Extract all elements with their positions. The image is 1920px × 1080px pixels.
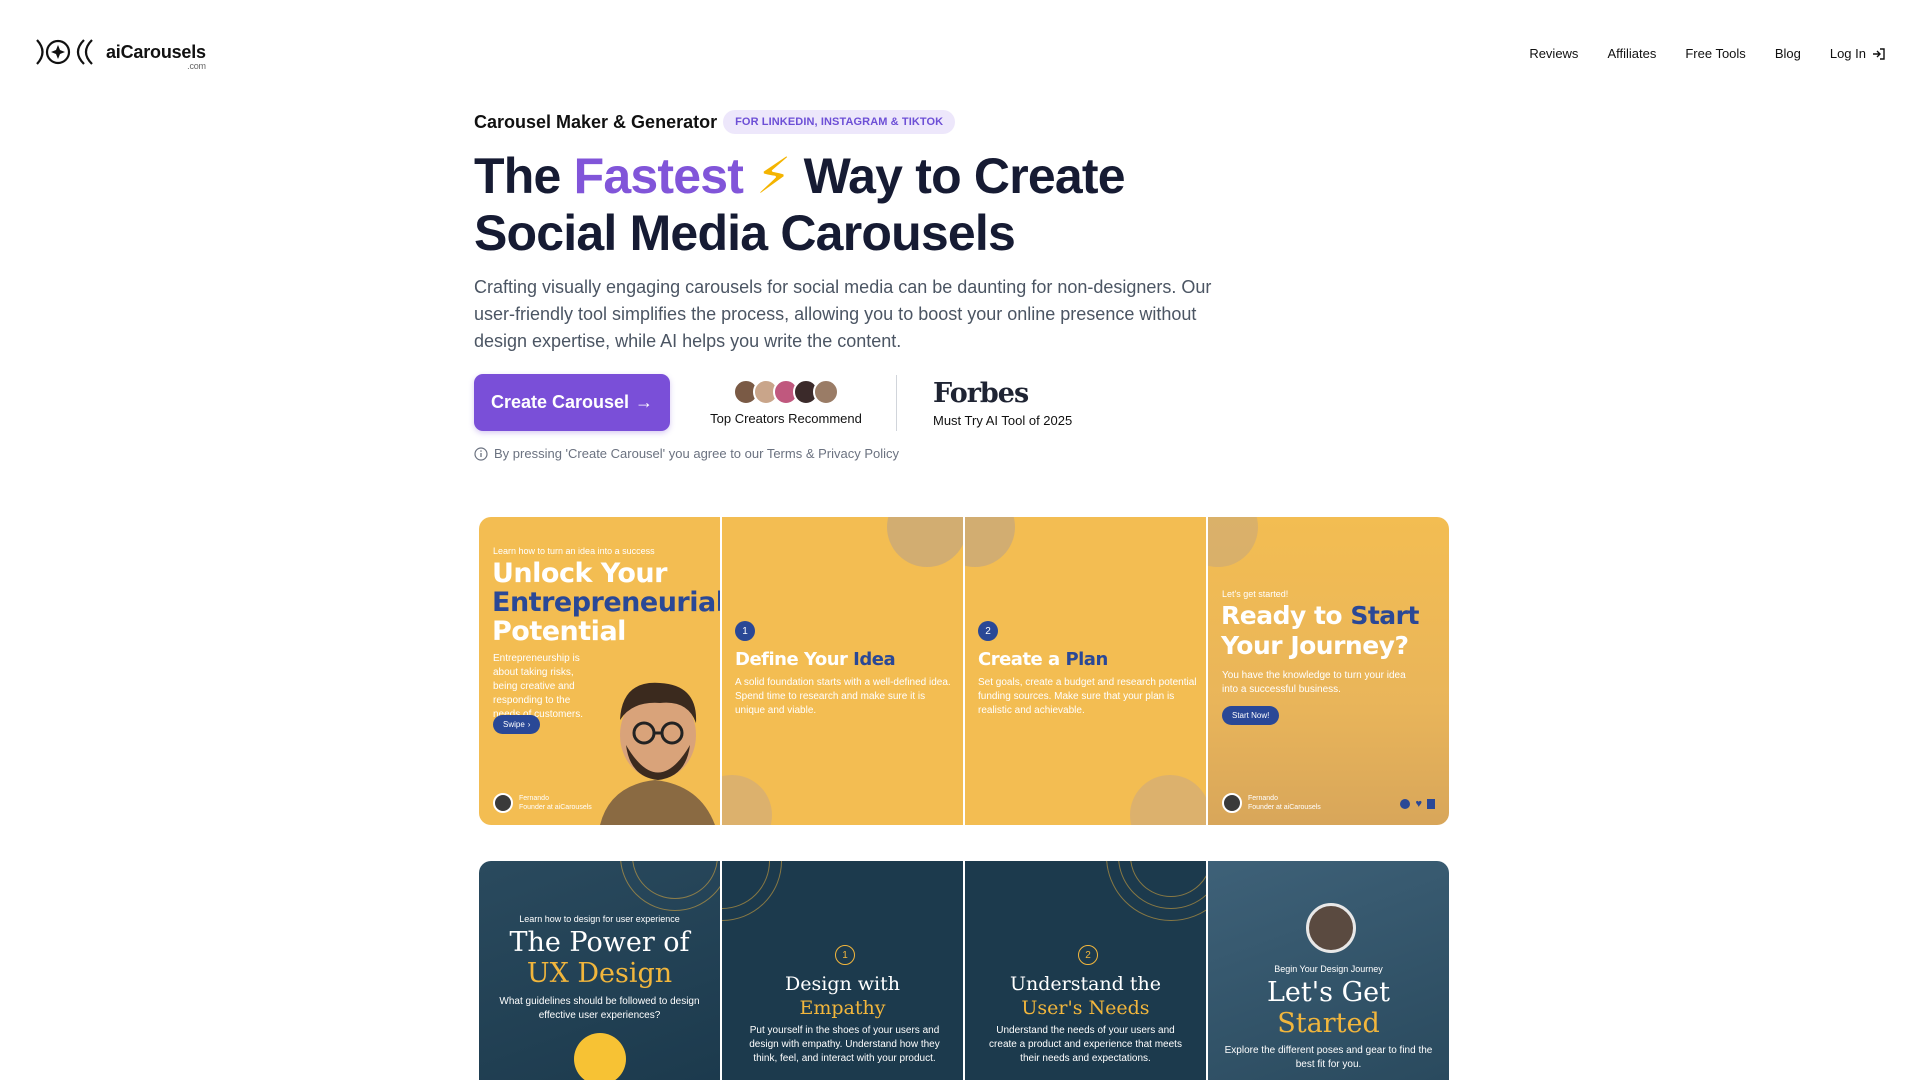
carousel-slide: 1 Define Your Idea A solid foundation st…	[722, 517, 963, 825]
carousel-entrepreneur[interactable]: Learn how to turn an idea into a success…	[479, 517, 1449, 825]
terms-note: By pressing 'Create Carousel' you agree …	[474, 446, 899, 461]
chevron-right-icon: ›	[527, 720, 531, 729]
nav-login[interactable]: Log In	[1830, 46, 1886, 61]
carousel-slide: 2 Understand the User's Needs Understand…	[965, 861, 1206, 1080]
carousel-slide: Begin Your Design Journey Let's Get Star…	[1208, 861, 1449, 1080]
step-number: 1	[735, 621, 755, 641]
creators-endorsement: Top Creators Recommend	[706, 379, 866, 426]
bookmark-icon	[1427, 799, 1435, 809]
info-icon	[474, 446, 488, 461]
login-icon	[1873, 47, 1885, 60]
slide-title: The Power of UX Design	[509, 927, 690, 989]
carousel-slide: Learn how to design for user experience …	[479, 861, 720, 1080]
nav-affiliates[interactable]: Affiliates	[1607, 46, 1656, 61]
carousel-slide: 1 Design with Empathy Put yourself in th…	[722, 861, 963, 1080]
slide-body: You have the knowledge to turn your idea…	[1222, 670, 1406, 695]
hero-section: Carousel Maker & Generator FOR LINKEDIN,…	[474, 110, 1294, 355]
eyebrow-text: Carousel Maker & Generator	[474, 111, 718, 132]
avatar	[1222, 793, 1242, 813]
logo-mark-icon	[36, 39, 93, 65]
slide-kicker: Learn how to turn an idea into a success	[493, 546, 655, 556]
forbes-endorsement: Forbes Must Try AI Tool of 2025	[933, 378, 1072, 428]
slide-title: Ready to Start Your Journey?	[1221, 601, 1419, 660]
slide-title: Define Your Idea	[735, 649, 896, 670]
step-number: 1	[835, 945, 855, 965]
hero-headline: The Fastest ⚡ Way to Create Social Media…	[474, 148, 1126, 261]
carousel-slide: 2 Create a Plan Set goals, create a budg…	[965, 517, 1206, 825]
social-icons: ♥	[1400, 798, 1435, 810]
slide-title: Let's Get Started	[1266, 977, 1391, 1039]
avatar	[813, 379, 839, 405]
slide-kicker: Let's get started!	[1222, 589, 1289, 599]
brand-name: aiCarousels .com	[106, 41, 206, 71]
login-label: Log In	[1829, 46, 1866, 61]
create-carousel-button[interactable]: Create Carousel →	[474, 374, 670, 431]
arrow-right-icon: →	[635, 392, 654, 412]
cta-row: Create Carousel → Top Creators Recommend …	[474, 374, 1072, 431]
slide-kicker: Begin Your Design Journey	[1274, 964, 1383, 974]
brand-suffix: .com	[187, 60, 206, 71]
carousel-slide: Let's get started! Ready to Start Your J…	[1208, 517, 1449, 825]
hero-eyebrow: Carousel Maker & Generator FOR LINKEDIN,…	[474, 110, 1294, 134]
slide-body: Explore the different poses and gear to …	[1224, 1045, 1433, 1070]
avatar	[493, 793, 513, 813]
slide-body: Entrepreneurship is about taking risks, …	[493, 653, 584, 720]
thinking-face-icon	[574, 1033, 626, 1080]
slide-body: Set goals, create a budget and research …	[978, 677, 1197, 716]
heart-icon: ♥	[1415, 798, 1422, 810]
character-illustration	[600, 682, 715, 825]
forbes-text: Must Try AI Tool of 2025	[933, 412, 1073, 428]
divider	[896, 374, 897, 431]
top-nav: Reviews Affiliates Free Tools Blog Log I…	[1529, 46, 1886, 61]
carousel-slide: Learn how to turn an idea into a success…	[479, 517, 720, 825]
slide-body: A solid foundation starts with a well-de…	[735, 677, 951, 716]
lightning-icon: ⚡	[756, 148, 791, 204]
slide-body: Understand the needs of your users and c…	[989, 1025, 1182, 1064]
forbes-logo: Forbes	[933, 377, 1029, 409]
brand-logo[interactable]: aiCarousels .com	[34, 36, 206, 71]
hero-description: Crafting visually engaging carousels for…	[474, 277, 1212, 351]
swipe-pill: Swipe ›	[493, 715, 541, 734]
nav-free-tools[interactable]: Free Tools	[1685, 46, 1745, 61]
slide-body: Put yourself in the shoes of your users …	[749, 1025, 940, 1064]
slide-title: Unlock Your Entrepreneurial Potential	[492, 558, 720, 647]
slide-title: Understand the User's Needs	[1009, 973, 1161, 1019]
carousel-ux-design[interactable]: Learn how to design for user experience …	[479, 861, 1449, 1080]
terms-text: By pressing 'Create Carousel' you agree …	[494, 446, 900, 461]
slide-title: Create a Plan	[978, 649, 1108, 670]
platform-badge: FOR LINKEDIN, INSTAGRAM & TIKTOK	[723, 110, 956, 134]
slide-author: Fernando Founder at aiCarousels	[1222, 793, 1321, 813]
avatar	[1306, 903, 1356, 953]
creator-avatars	[733, 379, 839, 405]
slide-author: Fernando Founder at aiCarousels	[493, 793, 592, 813]
slide-body: What guidelines should be followed to de…	[499, 996, 700, 1021]
comment-icon	[1400, 799, 1411, 809]
start-now-pill: Start Now!	[1222, 706, 1280, 725]
creators-text: Top Creators Recommend	[710, 411, 862, 426]
slide-kicker: Learn how to design for user experience	[519, 914, 680, 924]
step-number: 2	[978, 621, 998, 641]
nav-blog[interactable]: Blog	[1775, 46, 1801, 61]
slide-title: Design with Empathy	[785, 973, 900, 1019]
step-number: 2	[1078, 945, 1098, 965]
headline-accent: Fastest	[573, 148, 744, 204]
nav-reviews[interactable]: Reviews	[1529, 46, 1578, 61]
